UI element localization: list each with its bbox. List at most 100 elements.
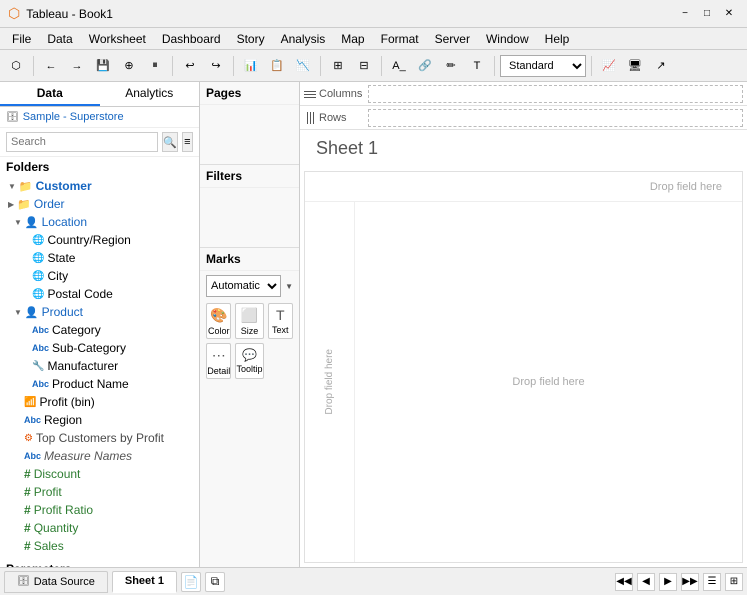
field-country[interactable]: 🌐 Country/Region [0, 231, 199, 249]
toolbar-label[interactable]: A_ [387, 54, 411, 78]
nav-next-button[interactable]: ▶ [659, 573, 677, 591]
toolbar-chart1[interactable]: 📊 [239, 54, 263, 78]
menu-map[interactable]: Map [333, 30, 372, 48]
toolbar-share[interactable]: ↗ [649, 54, 673, 78]
toolbar-save[interactable]: 💾 [91, 54, 115, 78]
toolbar-redo[interactable]: ↪ [204, 54, 228, 78]
minimize-button[interactable]: − [675, 4, 695, 24]
view-select[interactable]: Standard Fit Width Fit Height Entire Vie… [500, 55, 586, 77]
toolbar-pause[interactable]: ⏸ [143, 54, 167, 78]
field-postal[interactable]: 🌐 Postal Code [0, 285, 199, 303]
menu-help[interactable]: Help [537, 30, 578, 48]
duplicate-sheet-button[interactable]: ⧉ [205, 572, 225, 592]
nav-last-button[interactable]: ▶▶ [681, 573, 699, 591]
datasource-name[interactable]: Sample - Superstore [23, 111, 193, 123]
toolbar-tooltip[interactable]: T [465, 54, 489, 78]
toolbar-add-data[interactable]: ⊕ [117, 54, 141, 78]
field-manufacturer[interactable]: 🔧 Manufacturer [0, 357, 199, 375]
tab-sheet1[interactable]: Sheet 1 [112, 571, 177, 593]
columns-icon [304, 88, 316, 100]
folder-customer[interactable]: ▼ 📁 Customer [0, 177, 199, 195]
toolbar-data-icon[interactable]: ⬡ [4, 54, 28, 78]
marks-detail-btn[interactable]: ⋯ Detail [206, 343, 231, 379]
add-sheet-button[interactable]: 📄 [181, 572, 201, 592]
menu-story[interactable]: Story [229, 30, 273, 48]
field-sales[interactable]: # Sales [0, 537, 199, 555]
drop-field-top: Drop field here [650, 181, 722, 193]
menu-analysis[interactable]: Analysis [273, 30, 334, 48]
field-topcustomers[interactable]: ⚙ Top Customers by Profit [0, 429, 199, 447]
folder-product[interactable]: ▼ 👤 Product [0, 303, 199, 321]
toolbar-present[interactable]: 🖥 [623, 54, 647, 78]
marks-color-btn[interactable]: 🎨 Color [206, 303, 231, 339]
folder-customer-label: Customer [36, 179, 92, 193]
toolbar-annot[interactable]: 🔗 [413, 54, 437, 78]
field-measurenames[interactable]: Abc Measure Names [0, 447, 199, 465]
top-drop-zone[interactable]: Drop field here [305, 172, 742, 202]
maximize-button[interactable]: □ [697, 4, 717, 24]
view-list-button[interactable]: ☰ [703, 573, 721, 591]
columns-drop-area[interactable] [368, 85, 743, 103]
search-input[interactable] [6, 132, 158, 152]
toolbar-back[interactable]: ← [39, 54, 63, 78]
window-controls: − □ ✕ [675, 4, 739, 24]
menu-data[interactable]: Data [39, 30, 80, 48]
field-subcategory[interactable]: Abc Sub-Category [0, 339, 199, 357]
toolbar-fit2[interactable]: ⊟ [352, 54, 376, 78]
field-quantity[interactable]: # Quantity [0, 519, 199, 537]
tab-data[interactable]: Data [0, 82, 100, 106]
field-state[interactable]: 🌐 State [0, 249, 199, 267]
left-drop-zone[interactable]: Drop field here [305, 202, 355, 562]
close-button[interactable]: ✕ [719, 4, 739, 24]
field-city[interactable]: 🌐 City [0, 267, 199, 285]
menu-file[interactable]: File [4, 30, 39, 48]
toolbar-fit1[interactable]: ⊞ [326, 54, 350, 78]
filters-drop-area[interactable] [200, 188, 299, 248]
field-profit[interactable]: # Profit [0, 483, 199, 501]
rows-drop-area[interactable] [368, 109, 743, 127]
canvas-body[interactable]: Drop field here Drop field here Drop fie… [304, 171, 743, 563]
toolbar-chart2[interactable]: 📋 [265, 54, 289, 78]
abc-icon-subcategory: Abc [32, 343, 49, 353]
marks-size-btn[interactable]: ⬜ Size [235, 303, 263, 339]
menu-format[interactable]: Format [373, 30, 427, 48]
tab-analytics[interactable]: Analytics [100, 82, 200, 106]
toolbar-undo[interactable]: ↩ [178, 54, 202, 78]
toolbar-forward[interactable]: → [65, 54, 89, 78]
nav-first-button[interactable]: ◀◀ [615, 573, 633, 591]
sheet-title: Sheet 1 [300, 130, 747, 167]
field-profitratio[interactable]: # Profit Ratio [0, 501, 199, 519]
nav-prev-button[interactable]: ◀ [637, 573, 655, 591]
field-region[interactable]: Abc Region [0, 411, 199, 429]
field-profitbin[interactable]: 📶 Profit (bin) [0, 393, 199, 411]
menu-window[interactable]: Window [478, 30, 537, 48]
middle-panel: Pages Filters Marks Automatic Bar Line ▼… [200, 82, 300, 567]
field-category[interactable]: Abc Category [0, 321, 199, 339]
field-category-label: Category [52, 323, 101, 337]
toolbar-sep-7 [591, 56, 592, 76]
filters-section: Filters [200, 165, 299, 188]
center-drop-zone[interactable]: Drop field here [355, 202, 742, 562]
marks-text-btn[interactable]: T Text [268, 303, 294, 339]
menu-worksheet[interactable]: Worksheet [81, 30, 154, 48]
bottom-right: ◀◀ ◀ ▶ ▶▶ ☰ ⊞ [615, 573, 743, 591]
pages-drop-area[interactable] [200, 105, 299, 165]
field-discount[interactable]: # Discount [0, 465, 199, 483]
tab-data-source[interactable]: 🗄 Data Source [4, 571, 108, 593]
search-button[interactable]: 🔍 [162, 132, 178, 152]
geo-icon-state: 🌐 [32, 253, 44, 264]
menu-dashboard[interactable]: Dashboard [154, 30, 229, 48]
folder-location[interactable]: ▼ 👤 Location [0, 213, 199, 231]
toolbar-format[interactable]: ✏ [439, 54, 463, 78]
folder-order[interactable]: ▶ 📁 Order [0, 195, 199, 213]
list-view-button[interactable]: ≡ [182, 132, 193, 152]
marks-tooltip-btn[interactable]: 💬 Tooltip [235, 343, 263, 379]
field-productname[interactable]: Abc Product Name [0, 375, 199, 393]
marks-type-select[interactable]: Automatic Bar Line [206, 275, 281, 297]
menu-server[interactable]: Server [427, 30, 478, 48]
toolbar-chart3[interactable]: 📉 [291, 54, 315, 78]
toolbar-sep-6 [494, 56, 495, 76]
view-grid-button[interactable]: ⊞ [725, 573, 743, 591]
toolbar-show-me[interactable]: 📈 [597, 54, 621, 78]
detail-icon: ⋯ [212, 347, 226, 364]
